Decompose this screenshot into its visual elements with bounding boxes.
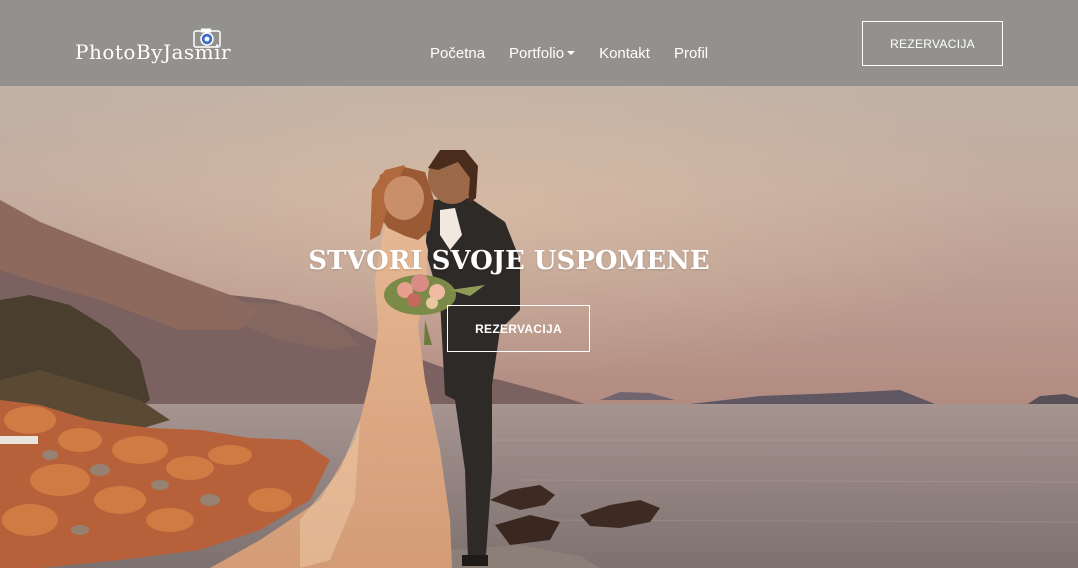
logo-text: PhotoByJasmir [75, 40, 232, 64]
nav-link-pocetna[interactable]: Početna [430, 45, 485, 62]
landing-page: PhotoByJasmir Početna Portfolio Kontakt … [0, 0, 1078, 570]
header-reservation-button[interactable]: REZERVACIJA [862, 21, 1003, 66]
main-nav: Početna Portfolio Kontakt Profil [430, 45, 708, 62]
hero-reservation-button[interactable]: REZERVACIJA [447, 305, 590, 352]
nav-link-portfolio[interactable]: Portfolio [509, 45, 576, 62]
site-logo[interactable]: PhotoByJasmir [75, 28, 231, 68]
nav-link-kontakt[interactable]: Kontakt [599, 45, 650, 62]
caret-down-icon [567, 51, 576, 56]
top-navbar: PhotoByJasmir Početna Portfolio Kontakt … [0, 0, 1078, 86]
nav-link-profil[interactable]: Profil [674, 45, 708, 62]
hero-title: STVORI SVOJE USPOMENE [308, 246, 710, 276]
nav-link-portfolio-label: Portfolio [509, 45, 565, 62]
